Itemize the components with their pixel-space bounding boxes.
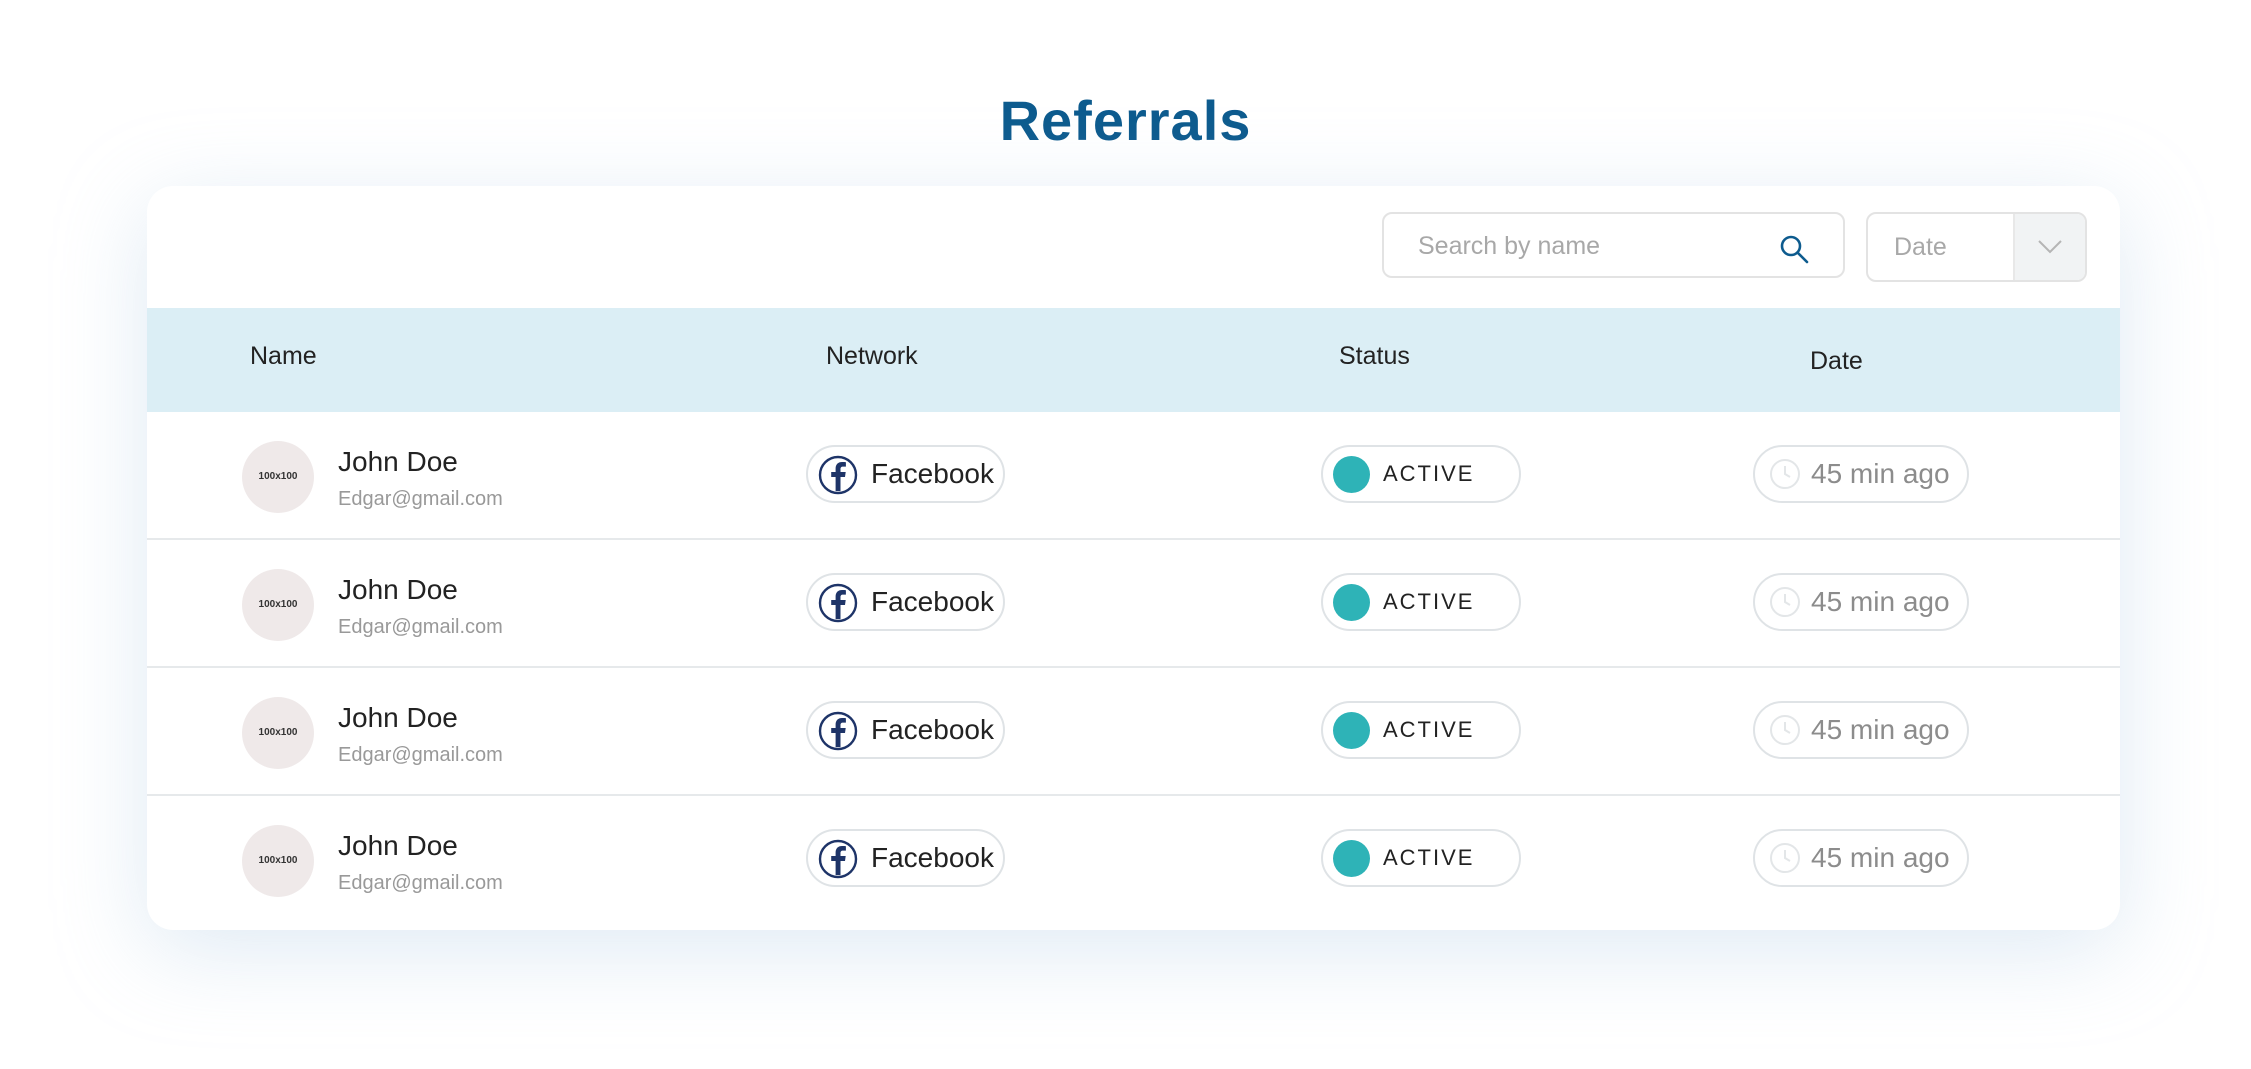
- user-name: John Doe: [338, 830, 458, 861]
- status-dot: [1333, 456, 1370, 493]
- facebook-icon: [818, 711, 858, 751]
- network-label: Facebook: [871, 458, 994, 489]
- table-row[interactable]: 100x100 John Doe Edgar@gmail.com Faceboo…: [147, 796, 2120, 924]
- time-label: 45 min ago: [1811, 458, 1950, 489]
- time-badge: 45 min ago: [1753, 829, 1969, 887]
- clock-icon: [1770, 715, 1800, 745]
- facebook-icon: [818, 583, 858, 623]
- page-title: Referrals: [999, 88, 1252, 152]
- network-badge[interactable]: Facebook: [806, 573, 1005, 631]
- user-name: John Doe: [338, 446, 458, 477]
- table-row[interactable]: 100x100 John Doe Edgar@gmail.com Faceboo…: [147, 540, 2120, 668]
- user-name: John Doe: [338, 702, 458, 733]
- network-label: Facebook: [871, 842, 994, 873]
- status-dot: [1333, 840, 1370, 877]
- network-badge[interactable]: Facebook: [806, 701, 1005, 759]
- column-header-network: Network: [826, 342, 918, 370]
- facebook-icon: [818, 839, 858, 879]
- avatar: 100x100: [242, 569, 314, 641]
- time-badge: 45 min ago: [1753, 701, 1969, 759]
- status-badge: ACTIVE: [1321, 829, 1521, 887]
- date-filter-value: Date: [1894, 233, 1947, 261]
- status-dot: [1333, 712, 1370, 749]
- search-icon[interactable]: [1779, 234, 1809, 264]
- clock-icon: [1770, 459, 1800, 489]
- avatar: 100x100: [242, 697, 314, 769]
- time-label: 45 min ago: [1811, 714, 1950, 745]
- column-header-status: Status: [1339, 342, 1410, 370]
- user-email: Edgar@gmail.com: [338, 616, 503, 638]
- avatar: 100x100: [242, 441, 314, 513]
- network-label: Facebook: [871, 586, 994, 617]
- column-header-name: Name: [250, 342, 317, 370]
- chevron-down-icon: [2038, 240, 2062, 254]
- search-input[interactable]: Search by name: [1382, 212, 1845, 278]
- network-label: Facebook: [871, 714, 994, 745]
- user-email: Edgar@gmail.com: [338, 872, 503, 894]
- referrals-card: Search by name Date Name Network Status …: [147, 186, 2120, 930]
- facebook-icon: [818, 455, 858, 495]
- status-label: ACTIVE: [1383, 845, 1475, 870]
- clock-icon: [1770, 843, 1800, 873]
- date-filter-toggle[interactable]: [2013, 214, 2085, 280]
- date-filter-select[interactable]: Date: [1866, 212, 2087, 282]
- table-header: Name Network Status Date: [147, 308, 2120, 412]
- network-badge[interactable]: Facebook: [806, 445, 1005, 503]
- network-badge[interactable]: Facebook: [806, 829, 1005, 887]
- time-badge: 45 min ago: [1753, 445, 1969, 503]
- column-header-date: Date: [1810, 347, 1863, 375]
- time-badge: 45 min ago: [1753, 573, 1969, 631]
- user-email: Edgar@gmail.com: [338, 744, 503, 766]
- status-label: ACTIVE: [1383, 589, 1475, 614]
- status-badge: ACTIVE: [1321, 573, 1521, 631]
- status-badge: ACTIVE: [1321, 701, 1521, 759]
- status-label: ACTIVE: [1383, 717, 1475, 742]
- table-row[interactable]: 100x100 John Doe Edgar@gmail.com Faceboo…: [147, 412, 2120, 540]
- clock-icon: [1770, 587, 1800, 617]
- status-badge: ACTIVE: [1321, 445, 1521, 503]
- table-row[interactable]: 100x100 John Doe Edgar@gmail.com Faceboo…: [147, 668, 2120, 796]
- time-label: 45 min ago: [1811, 842, 1950, 873]
- search-placeholder: Search by name: [1418, 232, 1601, 260]
- user-name: John Doe: [338, 574, 458, 605]
- status-dot: [1333, 584, 1370, 621]
- avatar: 100x100: [242, 825, 314, 897]
- time-label: 45 min ago: [1811, 586, 1950, 617]
- status-label: ACTIVE: [1383, 461, 1475, 486]
- user-email: Edgar@gmail.com: [338, 488, 503, 510]
